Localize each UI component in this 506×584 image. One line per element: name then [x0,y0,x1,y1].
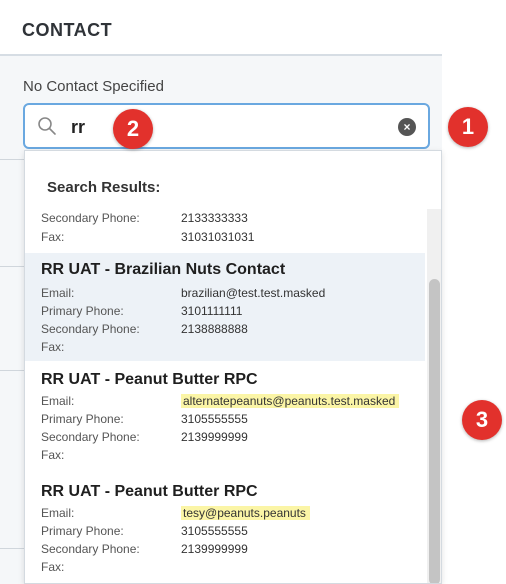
callout-badge-3: 3 [462,400,502,440]
close-circle-icon[interactable]: × [398,118,416,136]
secondary-phone-value: 2139999999 [181,542,248,556]
search-result-item[interactable]: Secondary Phone: 2133333333 Fax: 3103103… [25,207,425,251]
secondary-phone-label: Secondary Phone: [41,542,140,556]
contact-name: RR UAT - Brazilian Nuts Contact [41,261,286,278]
contact-name: RR UAT - Peanut Butter RPC [41,483,258,500]
primary-phone-label: Primary Phone: [41,524,124,538]
secondary-phone-value: 2133333333 [181,211,248,225]
search-result-item[interactable]: RR UAT - Peanut Butter RPC Email: altern… [25,367,425,473]
search-result-item[interactable]: RR UAT - Peanut Butter RPC Email: tesy@p… [25,479,425,583]
divider [0,266,24,267]
primary-phone-value: 3105555555 [181,412,248,426]
search-value[interactable]: rr [71,117,85,138]
search-results-dropdown: Search Results: Secondary Phone: 2133333… [24,150,442,584]
email-label: Email: [41,394,75,408]
fax-label: Fax: [41,340,65,354]
secondary-phone-label: Secondary Phone: [41,322,140,336]
results-scrollbar[interactable] [427,209,441,583]
contact-name: RR UAT - Peanut Butter RPC [41,371,258,388]
divider [0,370,24,371]
fax-label: Fax: [41,560,65,574]
callout-badge-2: 2 [113,109,153,149]
search-icon [38,117,56,135]
email-label: Email: [41,506,75,520]
email-value-wrap: tesy@peanuts.peanuts [181,506,310,520]
primary-phone-value: 3101111111 [181,304,243,318]
primary-phone-label: Primary Phone: [41,304,124,318]
scrollbar-thumb[interactable] [429,279,440,583]
secondary-phone-label: Secondary Phone: [41,430,140,444]
callout-badge-1: 1 [448,107,488,147]
no-contact-label: No Contact Specified [23,78,164,95]
email-value: alternatepeanuts@peanuts.test.masked [181,394,400,408]
panel-header: CONTACT [0,0,442,56]
contact-search-input[interactable]: rr × [23,103,430,149]
search-result-item[interactable]: RR UAT - Brazilian Nuts Contact Email: b… [25,253,425,361]
secondary-phone-label: Secondary Phone: [41,211,140,225]
divider [0,548,24,549]
primary-phone-value: 3105555555 [181,524,248,538]
email-value-wrap: alternatepeanuts@peanuts.test.masked [181,394,400,408]
fax-label: Fax: [41,448,65,462]
fax-label: Fax: [41,230,65,244]
email-label: Email: [41,286,75,300]
divider [0,159,24,160]
fax-value: 31031031031 [181,230,255,244]
email-value: brazilian@test.test.masked [181,286,326,300]
email-value: tesy@peanuts.peanuts [181,506,310,520]
primary-phone-label: Primary Phone: [41,412,124,426]
search-results-label: Search Results: [47,179,161,196]
secondary-phone-value: 2138888888 [181,322,248,336]
panel-title: CONTACT [22,20,113,40]
secondary-phone-value: 2139999999 [181,430,248,444]
